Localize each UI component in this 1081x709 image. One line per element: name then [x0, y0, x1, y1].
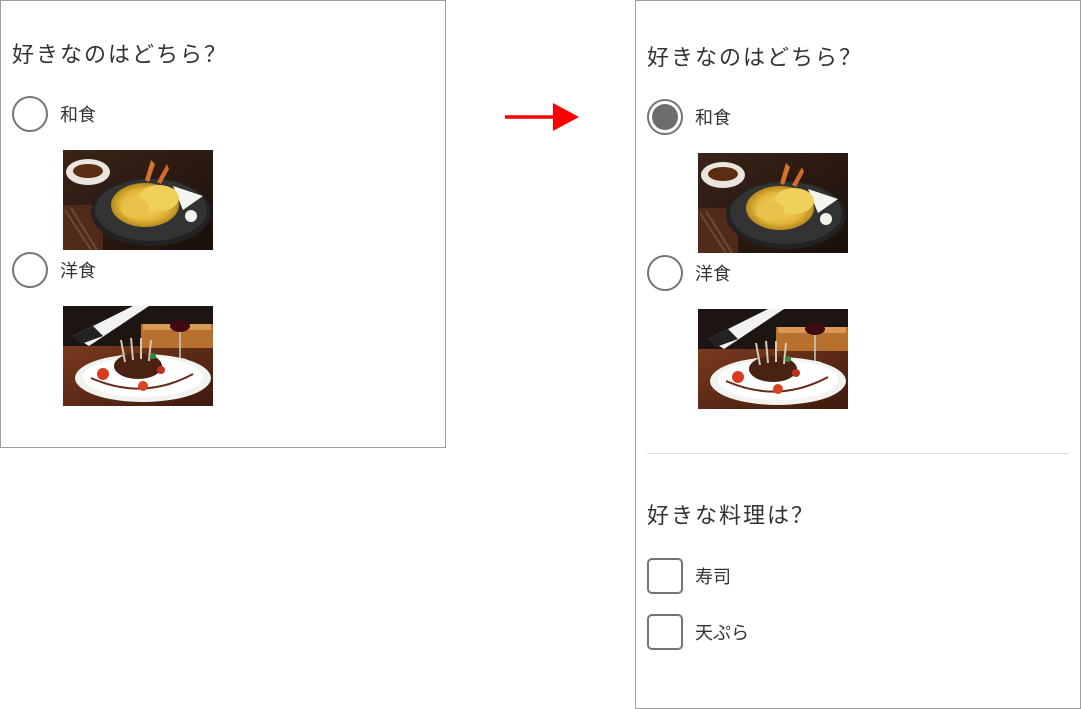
tempura-photo — [698, 153, 848, 253]
tempura-photo — [63, 150, 213, 250]
option-label: 和食 — [60, 105, 96, 126]
section-divider — [647, 453, 1069, 454]
question-title: 好きなのはどちら？ — [647, 46, 864, 71]
western-dinner-photo — [698, 309, 848, 409]
option-label: 天ぷら — [695, 623, 749, 644]
checkbox-option-tempura[interactable]: 天ぷら — [647, 612, 749, 652]
question-title: 好きなのはどちら？ — [12, 43, 229, 68]
radio-option-washoku[interactable]: 和食 — [647, 97, 731, 137]
question-title: 好きな料理は？ — [647, 504, 816, 529]
option-label: 洋食 — [60, 261, 96, 282]
radio-button[interactable] — [647, 255, 683, 291]
radio-button[interactable] — [12, 252, 48, 288]
checkbox[interactable] — [647, 614, 683, 650]
radio-option-yoshoku[interactable]: 洋食 — [647, 253, 731, 293]
western-dinner-photo — [63, 306, 213, 406]
arrow-right-icon — [505, 103, 579, 131]
form-before-panel: 好きなのはどちら？ 和食 洋食 — [0, 0, 446, 448]
option-label: 和食 — [695, 108, 731, 129]
checkbox-option-sushi[interactable]: 寿司 — [647, 556, 731, 596]
radio-option-washoku[interactable]: 和食 — [12, 94, 96, 134]
option-label: 洋食 — [695, 264, 731, 285]
radio-selected-dot — [652, 104, 678, 130]
checkbox[interactable] — [647, 558, 683, 594]
radio-option-yoshoku[interactable]: 洋食 — [12, 250, 96, 290]
radio-button[interactable] — [12, 96, 48, 132]
option-label: 寿司 — [695, 567, 731, 588]
form-after-panel: 好きなのはどちら？ 和食 洋食 好きな料理は？ 寿司 天ぷら — [635, 0, 1081, 709]
radio-button-selected[interactable] — [647, 99, 683, 135]
